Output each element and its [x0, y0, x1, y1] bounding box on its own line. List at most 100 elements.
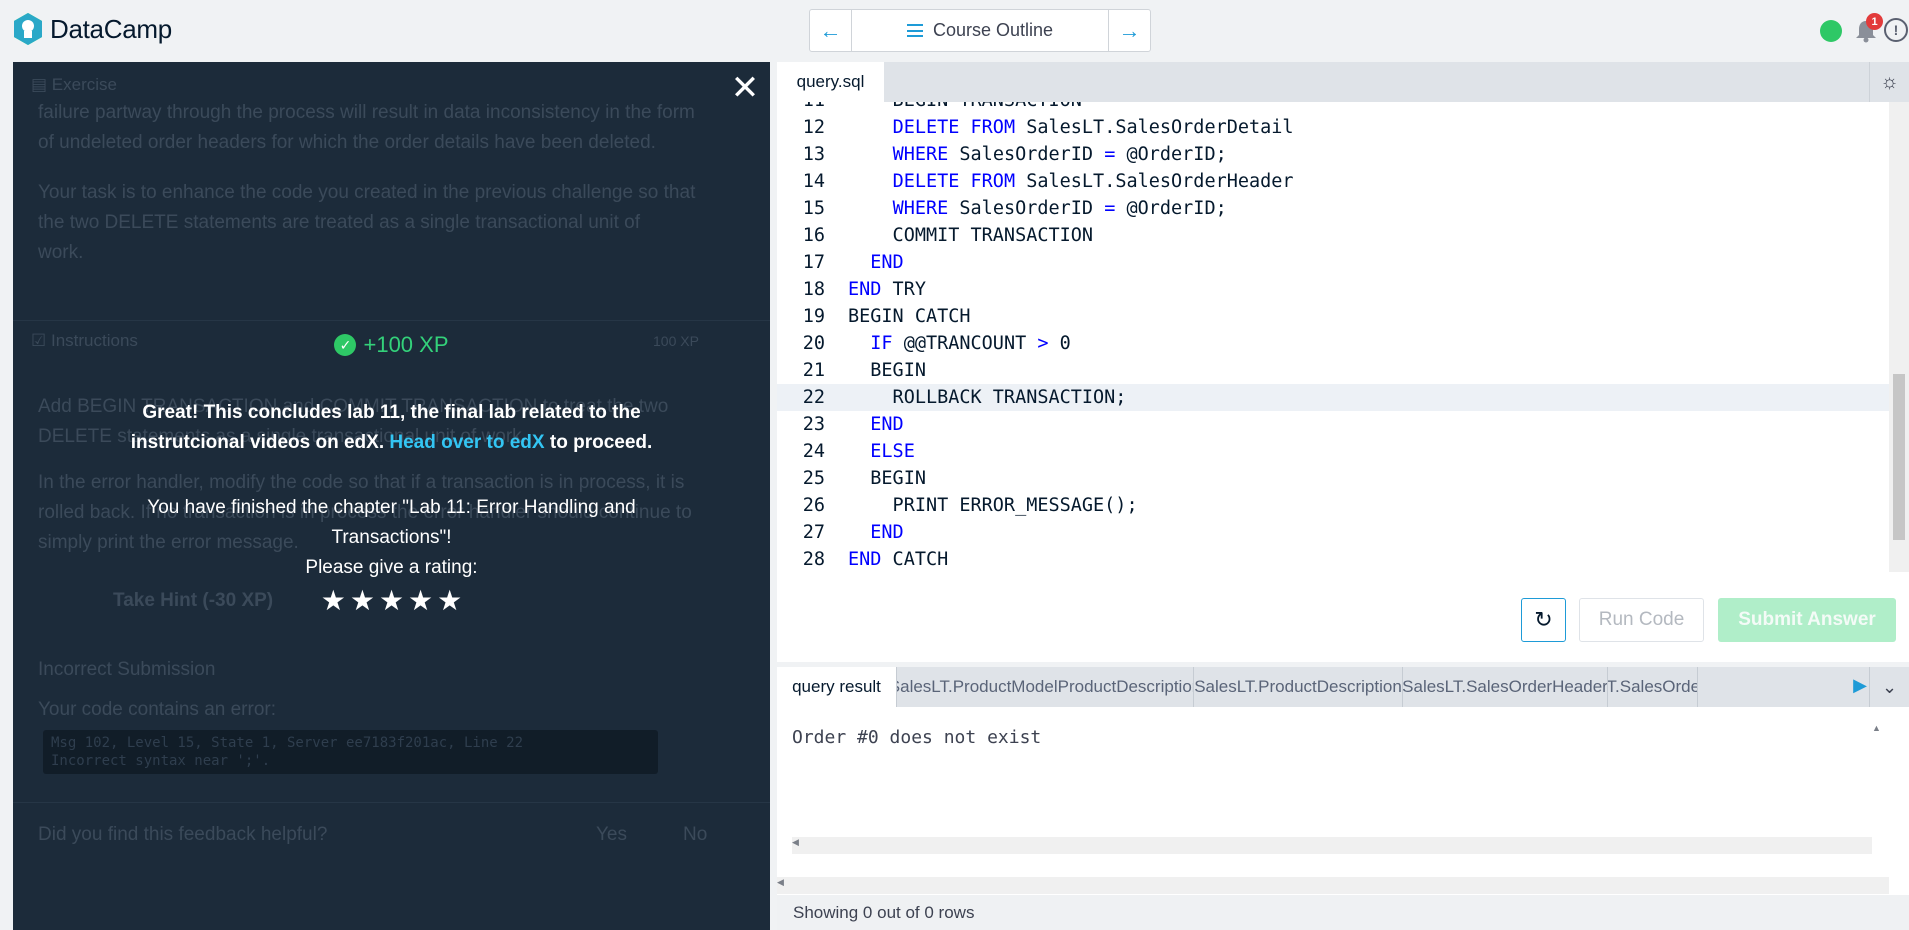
reset-icon: ↻	[1534, 607, 1553, 632]
tab-table[interactable]: SalesLT.ProductModelProductDescription	[897, 667, 1194, 707]
line-number: 11	[777, 102, 827, 114]
line-number: 21	[802, 360, 825, 381]
editor-tabs: query.sql ☼	[777, 62, 1909, 102]
results-horizontal-scrollbar[interactable]: ◀	[777, 877, 1889, 894]
code-line: 16 COMMIT TRANSACTION	[777, 222, 1889, 249]
code-text: BEGIN	[848, 360, 926, 381]
code-line: 18 END TRY	[777, 276, 1889, 303]
tab-query-sql[interactable]: query.sql	[777, 62, 884, 102]
run-code-button[interactable]: Run Code	[1579, 598, 1704, 642]
line-number: 26	[802, 495, 825, 516]
code-text: BEGIN CATCH	[848, 306, 971, 327]
next-exercise-button[interactable]: →	[1108, 10, 1150, 51]
theme-settings-icon[interactable]: ☼	[1869, 62, 1909, 102]
line-number: 24	[802, 441, 825, 462]
code-line: 27 END	[777, 519, 1889, 546]
code-line: 21 BEGIN	[777, 357, 1889, 384]
code-line: 24 ELSE	[777, 438, 1889, 465]
code-text: END	[870, 522, 904, 543]
error-box: Msg 102, Level 15, State 1, Server ee718…	[43, 730, 658, 774]
code-line: 22 ROLLBACK TRANSACTION;	[777, 384, 1889, 411]
code-line: 25 BEGIN	[777, 465, 1889, 492]
code-text: END TRY	[848, 279, 926, 300]
code-text: WHERE SalesOrderID = @OrderID;	[892, 144, 1227, 165]
exercise-header: ▤ Exercise	[31, 75, 117, 94]
rating-star-icon[interactable]: ★	[321, 587, 346, 615]
code-text: PRINT ERROR_MESSAGE();	[848, 495, 1138, 516]
output-vertical-scrollbar[interactable]: ▲	[1872, 723, 1889, 813]
tab-query-result[interactable]: query result	[777, 667, 897, 707]
line-number: 12	[802, 117, 825, 138]
line-number: 13	[802, 144, 825, 165]
line-number: 14	[802, 171, 825, 192]
notification-badge: 1	[1866, 13, 1883, 30]
exercise-text: of undeleted order headers for which the…	[38, 132, 656, 153]
tab-table[interactable]: SalesLT.SalesOrderDetail	[1608, 667, 1698, 707]
chevron-down-icon[interactable]: ⌄	[1869, 667, 1909, 707]
rating-star-icon[interactable]: ★	[437, 587, 462, 615]
course-outline-label: Course Outline	[932, 20, 1054, 40]
arrow-left-icon: ←	[819, 17, 842, 43]
code-text: WHERE SalesOrderID = @OrderID;	[892, 198, 1227, 219]
rating-star-icon[interactable]: ★	[379, 587, 404, 615]
info-icon[interactable]: !	[1884, 18, 1908, 42]
rating-stars: ★ ★ ★ ★ ★	[13, 587, 770, 615]
code-line: 12 DELETE FROM SalesLT.SalesOrderDetail	[777, 114, 1889, 141]
rating-prompt: Please give a rating:	[305, 557, 478, 578]
exercise-text: failure partway through the process will…	[38, 102, 695, 123]
submit-answer-button[interactable]: Submit Answer	[1718, 598, 1896, 642]
code-line: 26 PRINT ERROR_MESSAGE();	[777, 492, 1889, 519]
incorrect-text: Your code contains an error:	[38, 699, 277, 720]
line-number: 22	[802, 387, 825, 408]
rows-summary: Showing 0 out of 0 rows	[777, 895, 1909, 930]
line-number: 25	[802, 468, 825, 489]
output-horizontal-scrollbar[interactable]: ◀	[792, 837, 1872, 854]
exercise-text: the two DELETE statements are treated as…	[38, 212, 640, 233]
menu-icon	[906, 24, 923, 37]
chapter-finished-message: You have finished the chapter "Lab 11: E…	[112, 493, 672, 583]
brand-name: DataCamp	[50, 13, 172, 44]
status-indicator	[1820, 20, 1842, 42]
feedback-yes: Yes	[596, 824, 627, 845]
incorrect-title: Incorrect Submission	[38, 659, 216, 680]
tab-table[interactable]: SalesLT.SalesOrderHeader	[1403, 667, 1608, 707]
course-outline-button[interactable]: Course Outline	[852, 10, 1108, 51]
feedback-no: No	[683, 824, 708, 845]
code-area[interactable]: 11 BEGIN TRANSACTION12 DELETE FROM Sales…	[777, 102, 1889, 582]
editor-scrollbar[interactable]	[1889, 102, 1909, 572]
code-text: COMMIT TRANSACTION	[848, 225, 1094, 246]
line-number: 27	[802, 522, 825, 543]
course-nav: ← Course Outline →	[809, 9, 1151, 52]
code-editor: query.sql ☼ 11 BEGIN TRANSACTION12 DELET…	[777, 62, 1909, 662]
rating-star-icon[interactable]: ★	[350, 587, 375, 615]
top-bar: DataCamp ← Course Outline → 1 !	[0, 0, 1909, 60]
tab-table[interactable]: SalesLT.ProductDescription	[1194, 667, 1403, 707]
code-line: 20 IF @@TRANCOUNT > 0	[777, 330, 1889, 357]
exercise-text: Your task is to enhance the code you cre…	[38, 182, 696, 203]
rating-star-icon[interactable]: ★	[408, 587, 433, 615]
datacamp-logo-icon	[14, 13, 42, 45]
scroll-tabs-right-icon[interactable]: ▶	[1853, 675, 1867, 696]
code-line: 11 BEGIN TRANSACTION	[777, 102, 1889, 114]
exercise-text: work.	[38, 242, 84, 263]
code-text: END	[870, 414, 904, 435]
code-line: 23 END	[777, 411, 1889, 438]
code-text: BEGIN TRANSACTION	[827, 102, 1082, 114]
code-line: 13 WHERE SalesOrderID = @OrderID;	[777, 141, 1889, 168]
reset-code-button[interactable]: ↻	[1521, 598, 1566, 642]
check-circle-icon: ✓	[334, 334, 357, 356]
completion-modal: ✓ +100 XP Great! This concludes lab 11, …	[13, 332, 770, 615]
edx-link[interactable]: Head over to edX	[389, 432, 544, 453]
line-number: 19	[802, 306, 825, 327]
line-number: 17	[802, 252, 825, 273]
close-modal-button[interactable]: ✕	[730, 71, 760, 105]
exercise-panel: ▤ Exercise failure partway through the p…	[13, 62, 770, 930]
code-text: END	[870, 252, 904, 273]
line-number: 20	[802, 333, 825, 354]
datacamp-logo[interactable]: DataCamp	[12, 12, 172, 46]
xp-label: +100 XP	[363, 332, 449, 357]
previous-exercise-button[interactable]: ←	[810, 10, 852, 51]
code-text: BEGIN	[848, 468, 926, 489]
xp-gained: ✓ +100 XP	[13, 332, 770, 358]
results-panel: query result SalesLT.ProductModelProductD…	[777, 667, 1909, 930]
